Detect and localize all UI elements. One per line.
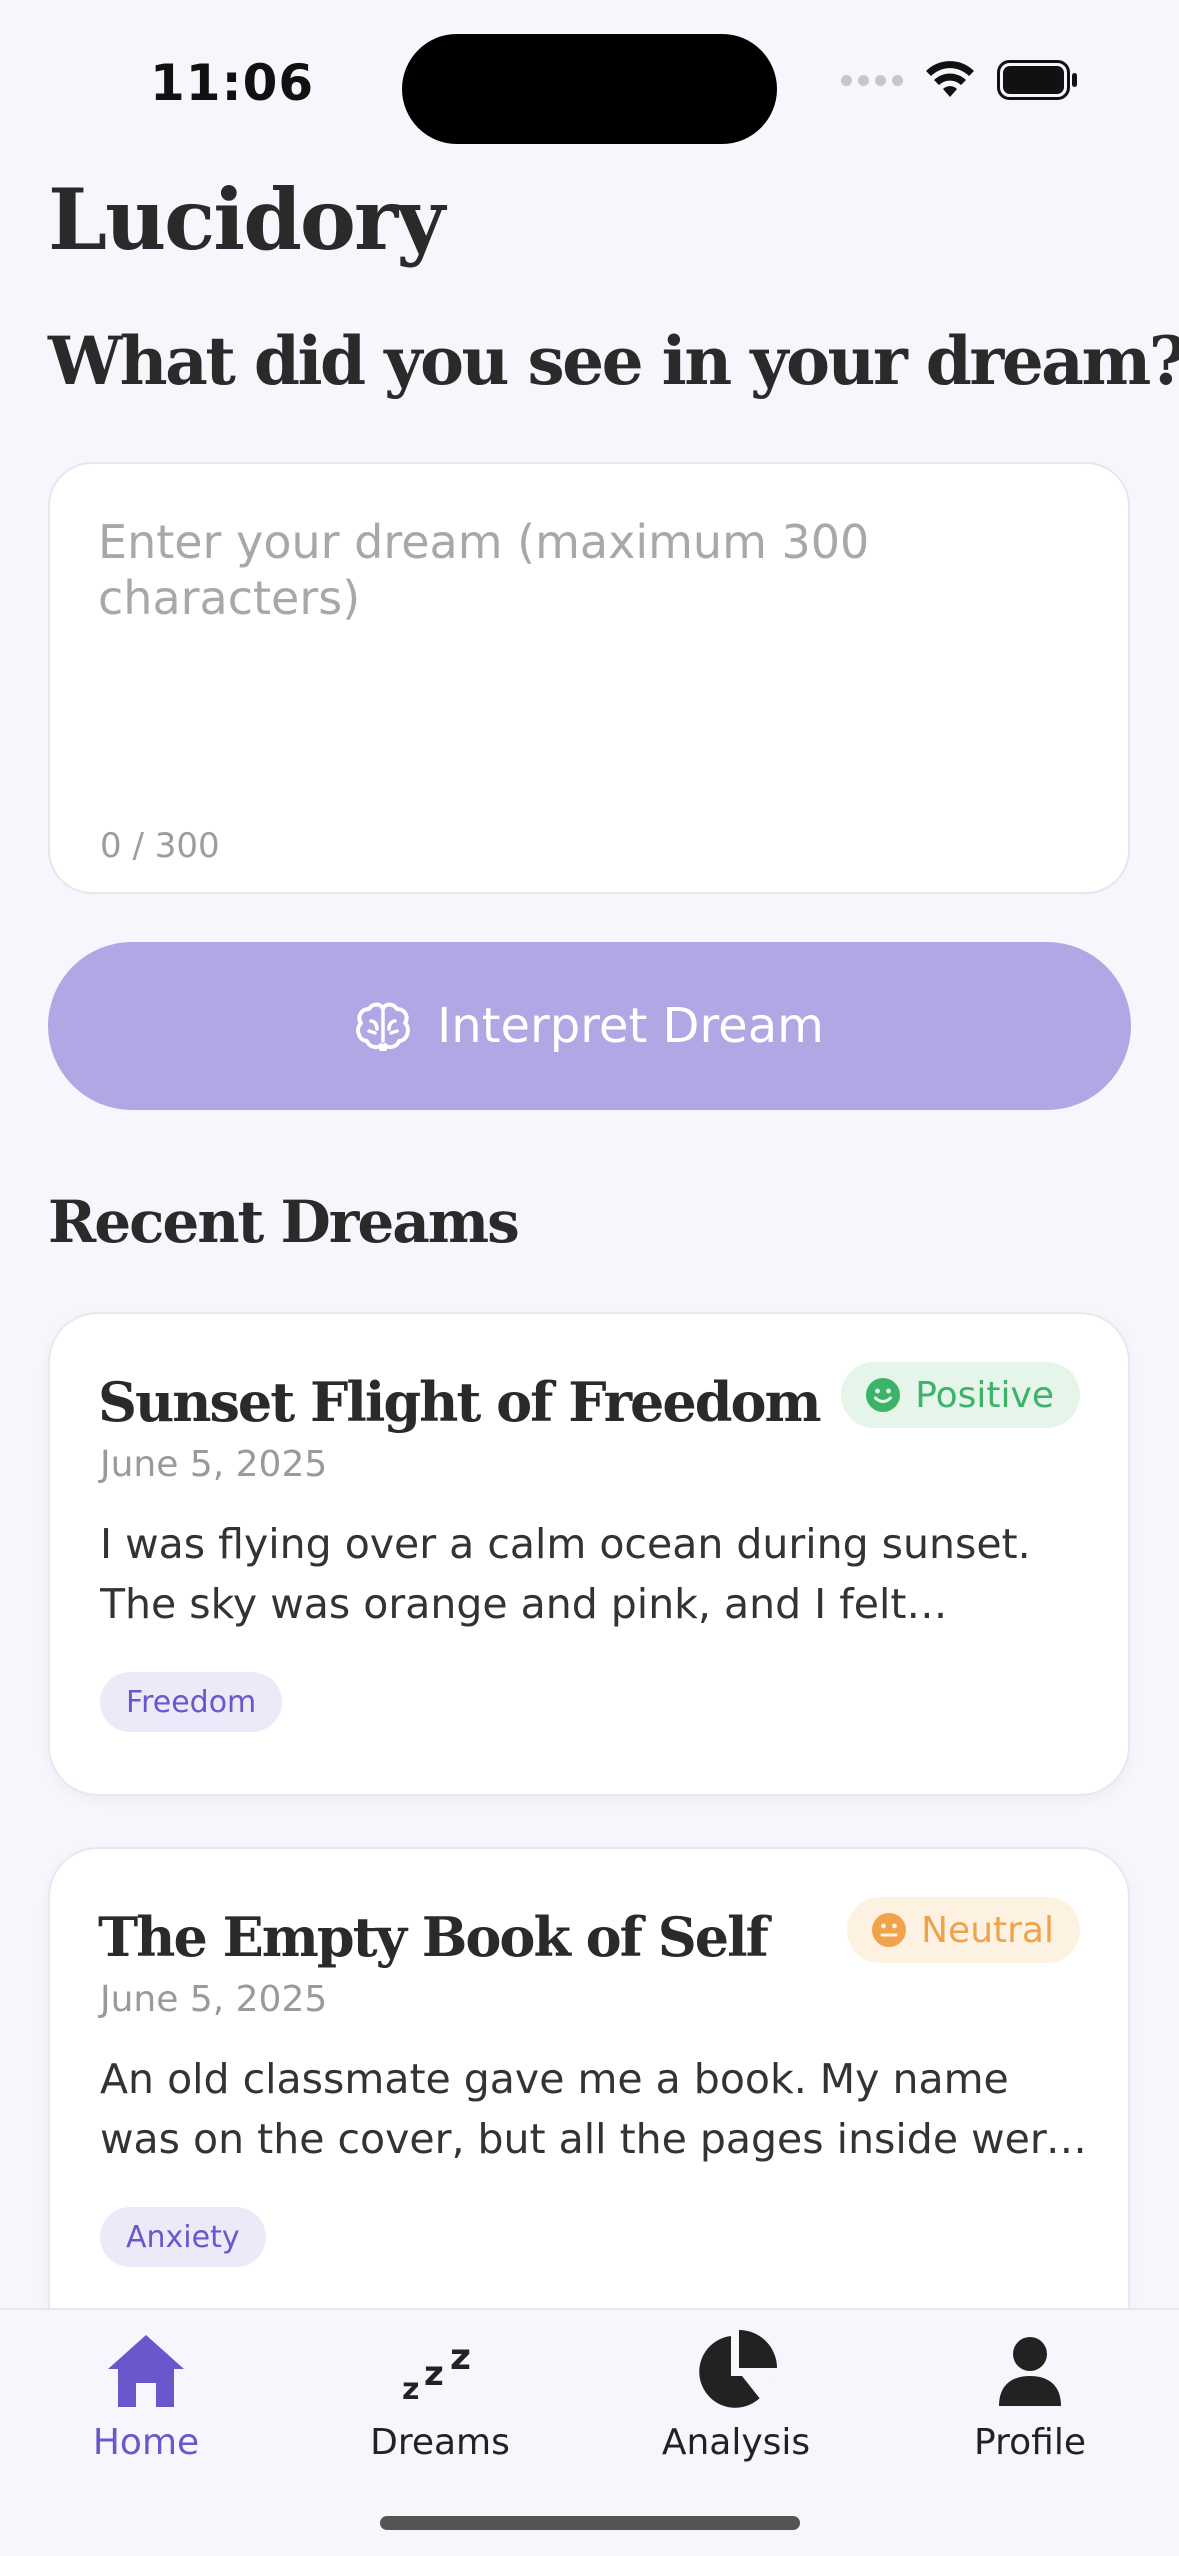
- neutral-face-icon: [872, 1913, 907, 1947]
- tab-analysis[interactable]: Analysis: [636, 2326, 836, 2476]
- pie-chart-icon: [699, 2330, 777, 2408]
- dream-excerpt: I was flying over a calm ocean during su…: [100, 1520, 1031, 1628]
- dream-input-field[interactable]: [98, 514, 1078, 814]
- mood-label: Neutral: [921, 1909, 1054, 1951]
- dream-excerpt: An old classmate gave me a book. My name…: [100, 2055, 1072, 2163]
- smile-icon: [866, 1378, 901, 1412]
- tab-dreams[interactable]: z z z Dreams: [340, 2326, 540, 2476]
- dream-card[interactable]: The Empty Book of Self Neutral June 5, 2…: [48, 1847, 1130, 2367]
- dream-input-card: 0 / 300: [48, 462, 1130, 894]
- tab-dreams-label: Dreams: [370, 2422, 510, 2463]
- battery-icon: [997, 60, 1077, 100]
- interpret-dream-button[interactable]: Interpret Dream: [48, 942, 1131, 1110]
- tab-home-label: Home: [92, 2422, 200, 2463]
- mood-label: Positive: [915, 1374, 1054, 1416]
- dream-title: Sunset Flight of Freedom: [98, 1370, 822, 1434]
- svg-text:z: z: [450, 2339, 471, 2378]
- status-time: 11:06: [150, 54, 315, 112]
- app-screen: 11:06 Lucidory What did you see in your …: [0, 0, 1179, 2556]
- dream-prompt-heading: What did you see in your dream?: [48, 322, 1179, 400]
- svg-text:z: z: [424, 2354, 444, 2394]
- person-icon: [999, 2337, 1061, 2406]
- dream-title: The Empty Book of Self: [98, 1905, 769, 1969]
- svg-text:z: z: [402, 2372, 419, 2403]
- status-indicators: [841, 60, 1079, 100]
- home-indicator[interactable]: [380, 2516, 800, 2530]
- character-counter: 0 / 300: [100, 826, 220, 866]
- recent-dreams-heading: Recent Dreams: [48, 1188, 520, 1256]
- mood-badge: Neutral: [847, 1897, 1080, 1963]
- tab-analysis-label: Analysis: [661, 2422, 811, 2463]
- tab-profile-label: Profile: [974, 2422, 1086, 2463]
- interpret-dream-label: Interpret Dream: [437, 998, 824, 1054]
- cellular-signal-icon: [841, 74, 903, 86]
- home-icon: [108, 2335, 184, 2407]
- mood-badge: Positive: [841, 1362, 1080, 1428]
- dream-tag[interactable]: Freedom: [100, 1672, 283, 1732]
- dream-card[interactable]: Sunset Flight of Freedom Positive June 5…: [48, 1312, 1130, 1796]
- tab-home[interactable]: Home: [46, 2326, 246, 2476]
- tab-profile[interactable]: Profile: [930, 2326, 1130, 2476]
- wifi-icon: [926, 61, 974, 97]
- app-title: Lucidory: [48, 170, 445, 269]
- dream-date: June 5, 2025: [100, 1979, 328, 2020]
- dream-date: June 5, 2025: [100, 1444, 328, 1485]
- dynamic-island: [402, 34, 777, 144]
- sleep-zzz-icon: z z z: [402, 2339, 471, 2403]
- dream-tag[interactable]: Anxiety: [100, 2207, 266, 2267]
- brain-icon: [356, 1002, 410, 1051]
